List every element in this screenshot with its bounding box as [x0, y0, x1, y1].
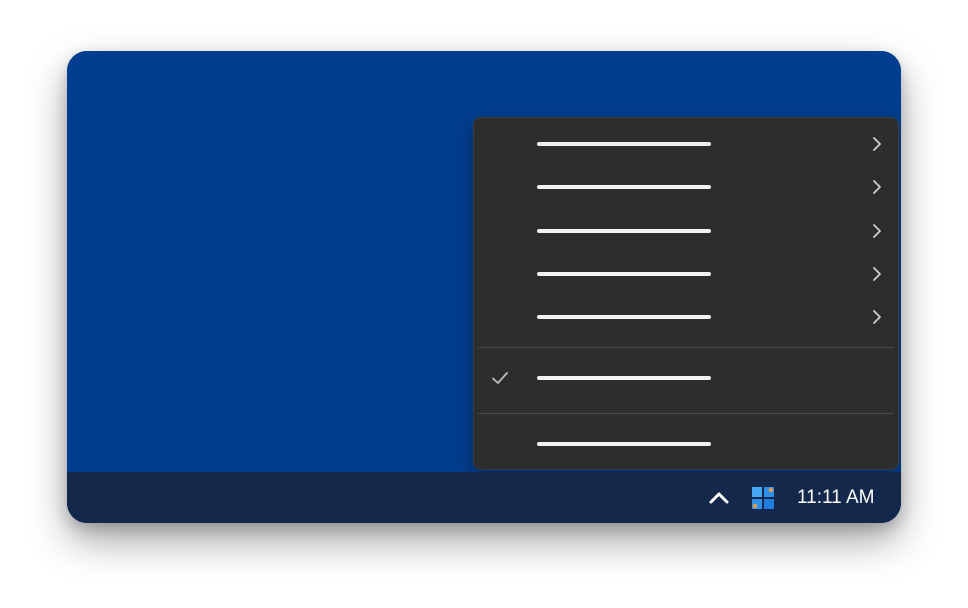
menu-item-6-checked[interactable]	[478, 358, 894, 398]
chevron-right-icon	[873, 180, 881, 194]
menu-item-4[interactable]	[478, 254, 894, 294]
chevron-right-icon	[873, 310, 881, 324]
context-menu	[473, 117, 899, 470]
menu-item-label	[537, 229, 711, 233]
menu-item-label	[537, 185, 711, 189]
menu-item-label	[537, 376, 711, 380]
checkmark-icon	[492, 372, 508, 384]
menu-item-label	[537, 442, 711, 446]
menu-divider	[478, 347, 894, 348]
menu-item-label	[537, 272, 711, 276]
menu-item-3[interactable]	[478, 211, 894, 251]
chevron-right-icon	[873, 224, 881, 238]
chevron-up-icon[interactable]	[707, 486, 731, 510]
menu-item-label	[537, 315, 711, 319]
taskbar: 11:11 AM	[67, 472, 901, 523]
screen: 11:11 AM	[67, 51, 901, 523]
chevron-right-icon	[873, 267, 881, 281]
menu-item-1[interactable]	[478, 124, 894, 164]
menu-divider	[478, 413, 894, 414]
chevron-right-icon	[873, 137, 881, 151]
menu-item-label	[537, 142, 711, 146]
menu-item-7[interactable]	[478, 424, 894, 464]
menu-item-2[interactable]	[478, 167, 894, 207]
taskbar-clock[interactable]: 11:11 AM	[797, 486, 874, 510]
menu-item-5[interactable]	[478, 297, 894, 337]
windows-logo-icon[interactable]	[751, 486, 775, 510]
